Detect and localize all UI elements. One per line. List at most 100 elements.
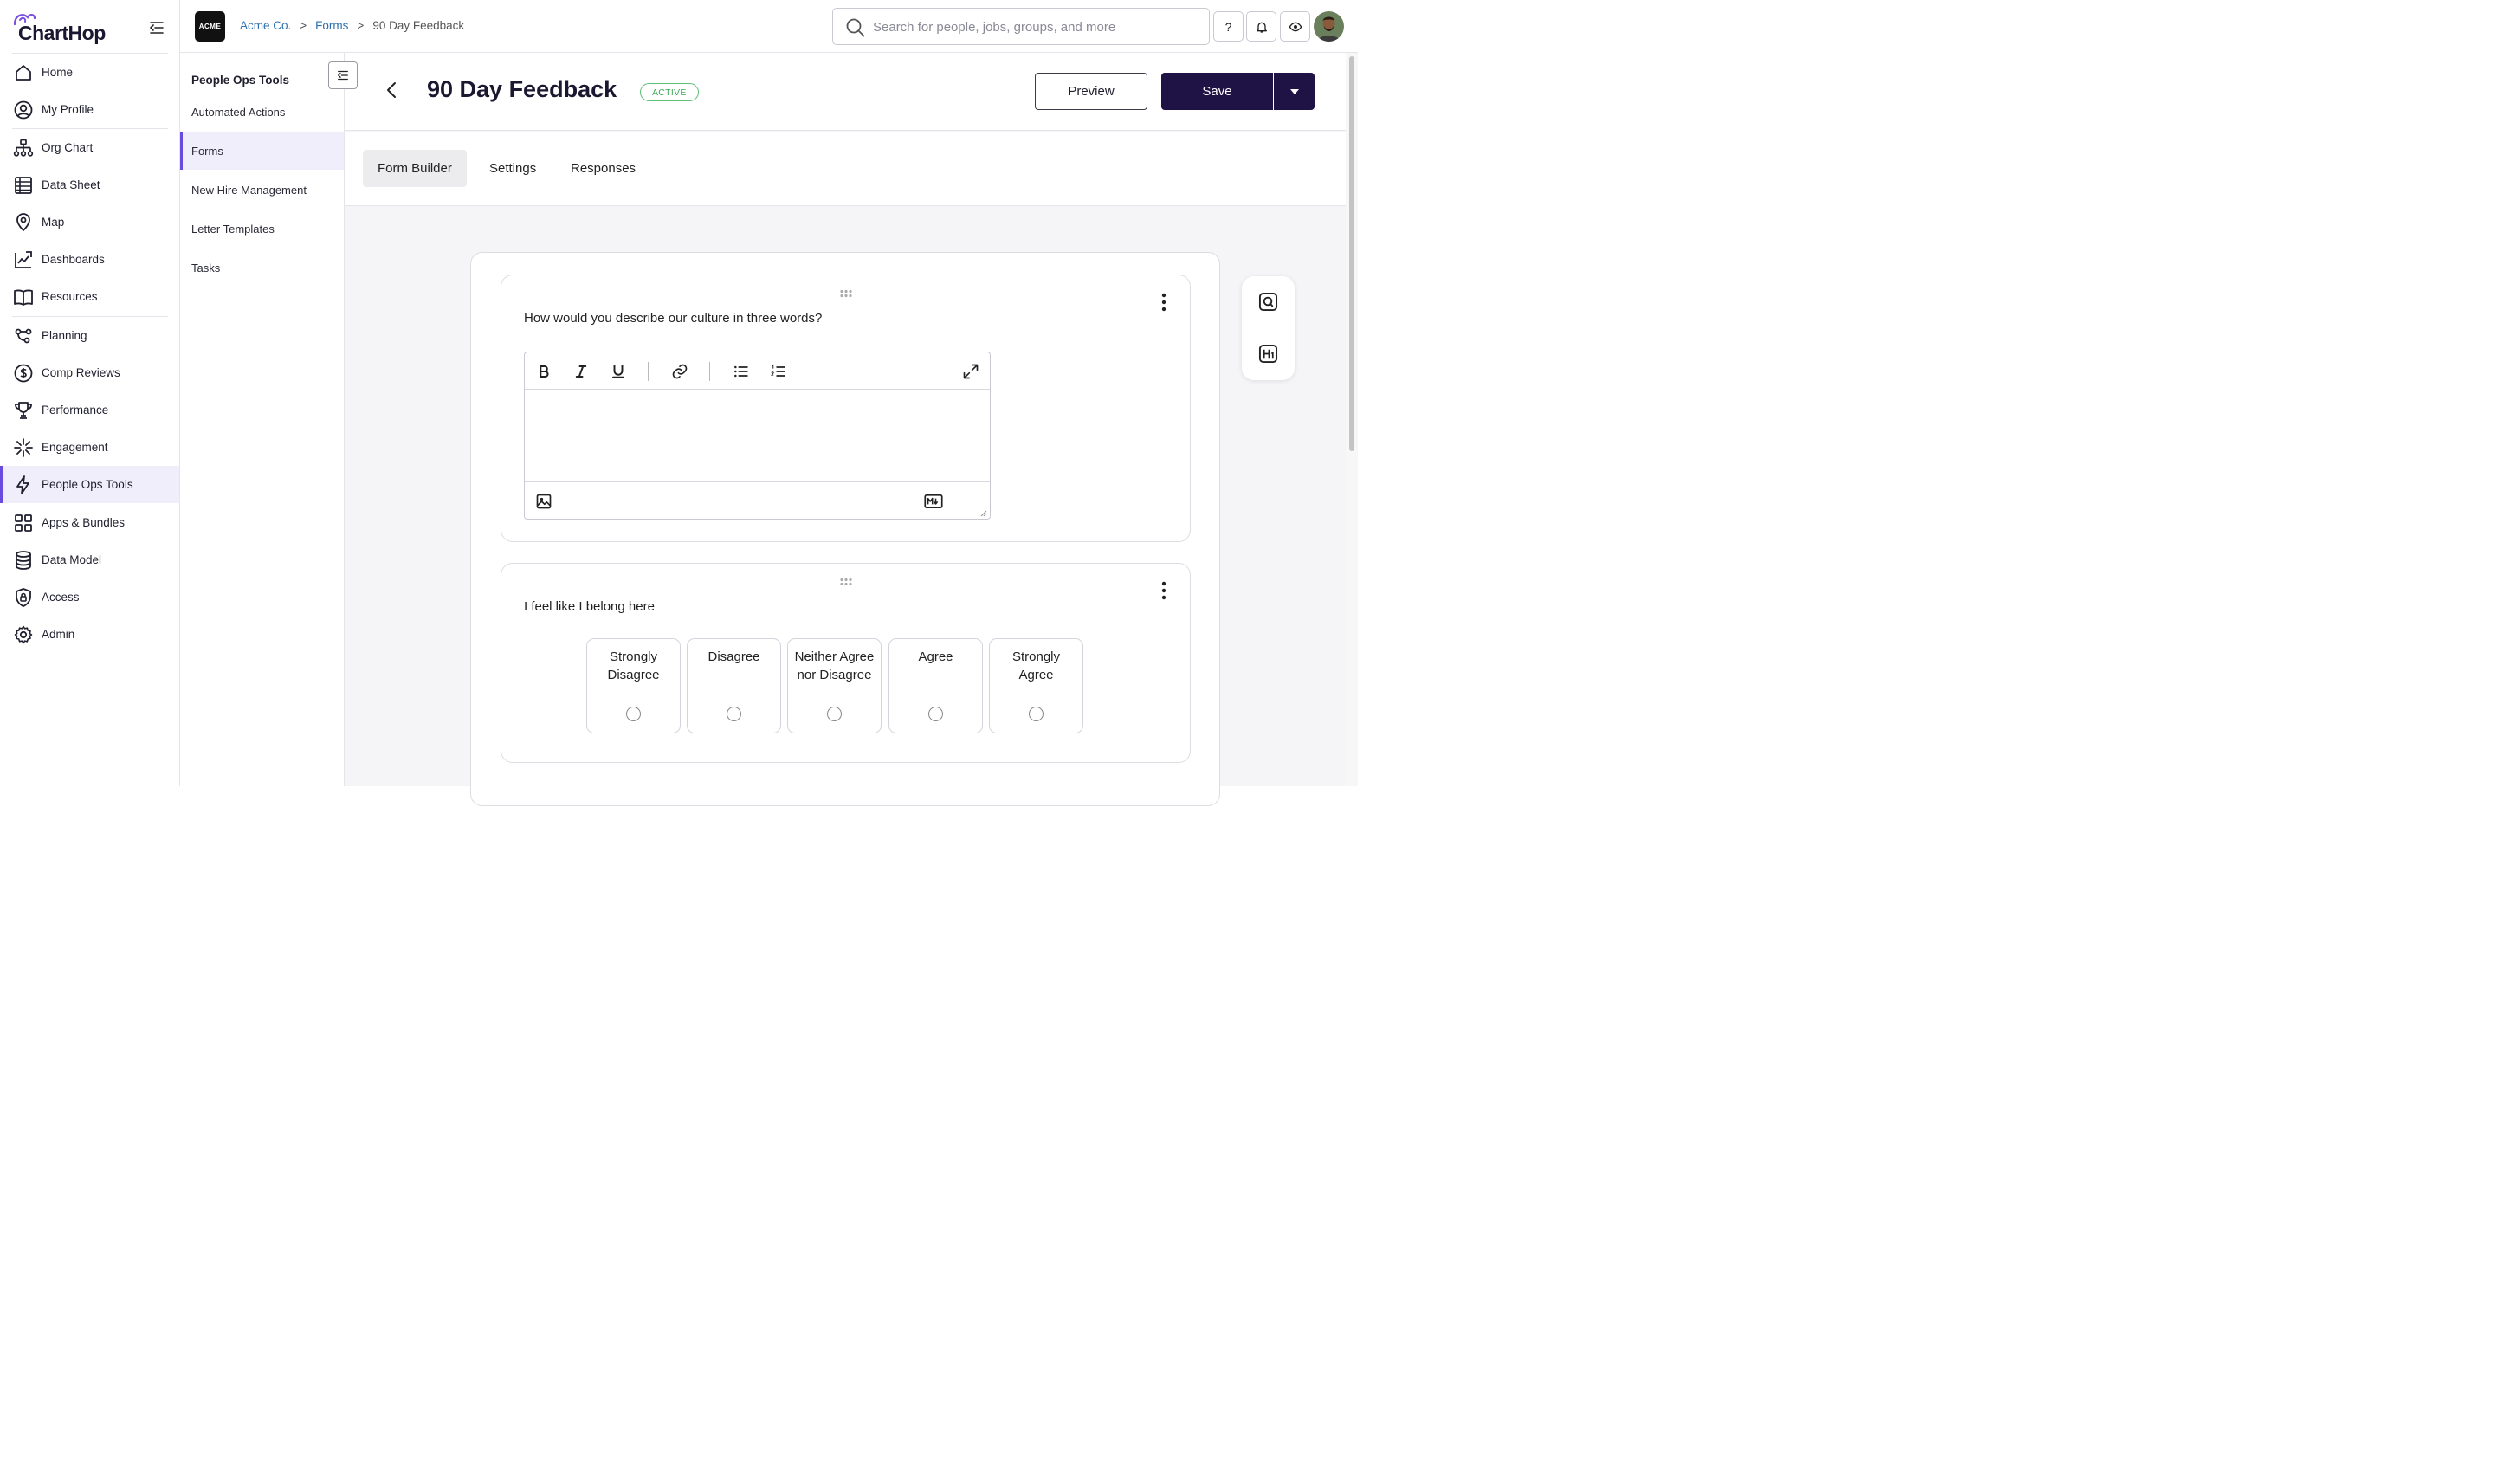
radio-button[interactable] bbox=[727, 707, 741, 721]
subnav-item-letter-templates[interactable]: Letter Templates bbox=[180, 210, 344, 248]
tab-responses[interactable]: Responses bbox=[556, 150, 650, 187]
save-button[interactable]: Save bbox=[1161, 73, 1273, 110]
view-as-button[interactable] bbox=[1280, 11, 1310, 42]
page-scrollbar[interactable] bbox=[1346, 53, 1358, 786]
nav-item-data-model[interactable]: Data Model bbox=[0, 541, 179, 578]
nav-item-apps-bundles[interactable]: Apps & Bundles bbox=[0, 504, 179, 541]
likert-option-agree[interactable]: Agree bbox=[888, 638, 983, 733]
italic-icon[interactable] bbox=[571, 361, 591, 382]
nav-item-org-chart[interactable]: Org Chart bbox=[0, 129, 179, 166]
breadcrumb-separator: > bbox=[357, 19, 365, 32]
radio-button[interactable] bbox=[928, 707, 943, 721]
link-icon[interactable] bbox=[669, 361, 690, 382]
answer-textarea[interactable] bbox=[525, 391, 990, 481]
nav-item-my-profile[interactable]: My Profile bbox=[0, 91, 179, 128]
drag-handle-icon[interactable] bbox=[839, 578, 853, 586]
toolbar-divider bbox=[648, 362, 649, 381]
collapse-sidebar-icon[interactable] bbox=[145, 16, 168, 39]
charthop-logo[interactable]: ChartHop bbox=[12, 10, 125, 45]
nav-item-label: Admin bbox=[42, 628, 75, 641]
radio-button[interactable] bbox=[626, 707, 641, 721]
nav-item-resources[interactable]: Resources bbox=[0, 278, 179, 315]
underline-icon[interactable] bbox=[608, 361, 629, 382]
breadcrumb: Acme Co. > Forms > 90 Day Feedback bbox=[240, 19, 464, 32]
toolbar-divider bbox=[709, 362, 710, 381]
nav-item-home[interactable]: Home bbox=[0, 54, 179, 91]
option-label: Disagree bbox=[708, 649, 760, 664]
add-question-icon[interactable] bbox=[1258, 292, 1278, 312]
editor-footer bbox=[525, 481, 990, 519]
bullet-list-icon[interactable] bbox=[731, 361, 752, 382]
lightning-icon bbox=[16, 475, 29, 494]
trophy-icon bbox=[15, 401, 32, 419]
image-icon[interactable] bbox=[533, 491, 554, 512]
nav-item-people-ops-tools[interactable]: People Ops Tools bbox=[0, 466, 179, 503]
collapse-menu-icon bbox=[338, 70, 348, 81]
tab-form-builder[interactable]: Form Builder bbox=[363, 150, 467, 187]
database-icon bbox=[16, 550, 31, 570]
add-heading-icon[interactable] bbox=[1258, 344, 1278, 364]
nav-item-performance[interactable]: Performance bbox=[0, 391, 179, 429]
search-input[interactable] bbox=[873, 16, 1202, 38]
preview-button[interactable]: Preview bbox=[1035, 73, 1147, 110]
nav-item-data-sheet[interactable]: Data Sheet bbox=[0, 166, 179, 203]
org-chart-icon bbox=[13, 139, 34, 157]
likert-option-strongly-disagree[interactable]: Strongly Disagree bbox=[586, 638, 681, 733]
scrollbar-thumb[interactable] bbox=[1349, 56, 1354, 451]
back-button[interactable] bbox=[383, 79, 402, 101]
breadcrumb-separator: > bbox=[300, 19, 307, 32]
nav-item-label: Dashboards bbox=[42, 253, 105, 266]
markdown-icon[interactable] bbox=[923, 491, 944, 512]
nav-item-label: Resources bbox=[42, 290, 98, 303]
drag-handle-icon[interactable] bbox=[839, 289, 853, 298]
question-card[interactable]: I feel like I belong here Strongly Disag… bbox=[501, 563, 1191, 763]
numbered-list-icon[interactable] bbox=[768, 361, 789, 382]
nav-item-map[interactable]: Map bbox=[0, 203, 179, 241]
option-label: Agree bbox=[918, 649, 953, 664]
help-button[interactable]: ? bbox=[1213, 11, 1244, 42]
nav-item-label: Apps & Bundles bbox=[42, 516, 126, 529]
bold-icon[interactable] bbox=[533, 361, 554, 382]
resize-handle-icon[interactable] bbox=[979, 508, 987, 517]
sparkle-icon bbox=[14, 437, 33, 457]
subnav-item-forms[interactable]: Forms bbox=[180, 132, 344, 170]
more-options-icon[interactable] bbox=[1160, 293, 1167, 312]
radio-button[interactable] bbox=[827, 707, 842, 721]
eye-icon bbox=[1289, 22, 1302, 31]
likert-option-strongly-agree[interactable]: Strongly Agree bbox=[989, 638, 1083, 733]
nav-item-label: Performance bbox=[42, 404, 109, 417]
subnav-item-tasks[interactable]: Tasks bbox=[180, 249, 344, 287]
add-element-toolbar bbox=[1242, 276, 1295, 380]
breadcrumb-company[interactable]: Acme Co. bbox=[240, 19, 291, 32]
nav-item-admin[interactable]: Admin bbox=[0, 616, 179, 653]
subnav-item-new-hire-management[interactable]: New Hire Management bbox=[180, 171, 344, 209]
page-title: 90 Day Feedback bbox=[427, 76, 617, 102]
dollar-circle-icon bbox=[14, 364, 33, 382]
global-search[interactable] bbox=[832, 8, 1210, 45]
tab-bar: Form Builder Settings Responses bbox=[345, 132, 1346, 206]
likert-option-disagree[interactable]: Disagree bbox=[687, 638, 781, 733]
collapse-subnav-button[interactable] bbox=[328, 61, 358, 89]
company-logo[interactable]: ACME bbox=[195, 11, 225, 42]
radio-button[interactable] bbox=[1029, 707, 1044, 721]
save-options-button[interactable] bbox=[1274, 73, 1315, 110]
nav-item-engagement[interactable]: Engagement bbox=[0, 429, 179, 466]
user-avatar[interactable] bbox=[1314, 11, 1344, 42]
more-options-icon[interactable] bbox=[1160, 581, 1167, 600]
question-text: How would you describe our culture in th… bbox=[524, 311, 823, 326]
nav-item-comp-reviews[interactable]: Comp Reviews bbox=[0, 354, 179, 391]
likert-option-neutral[interactable]: Neither Agree nor Disagree bbox=[787, 638, 882, 733]
nav-item-access[interactable]: Access bbox=[0, 578, 179, 616]
option-label: Neither Agree nor Disagree bbox=[794, 649, 875, 682]
nav-item-planning[interactable]: Planning bbox=[0, 317, 179, 354]
user-circle-icon bbox=[14, 100, 33, 119]
expand-icon[interactable] bbox=[960, 361, 981, 382]
nav-item-label: People Ops Tools bbox=[42, 478, 133, 491]
notifications-button[interactable] bbox=[1246, 11, 1276, 42]
question-card[interactable]: How would you describe our culture in th… bbox=[501, 275, 1191, 542]
nav-item-label: Map bbox=[42, 216, 65, 229]
breadcrumb-forms[interactable]: Forms bbox=[315, 19, 348, 32]
nav-item-dashboards[interactable]: Dashboards bbox=[0, 241, 179, 278]
tab-settings[interactable]: Settings bbox=[475, 150, 551, 187]
subnav-item-automated-actions[interactable]: Automated Actions bbox=[180, 94, 344, 131]
